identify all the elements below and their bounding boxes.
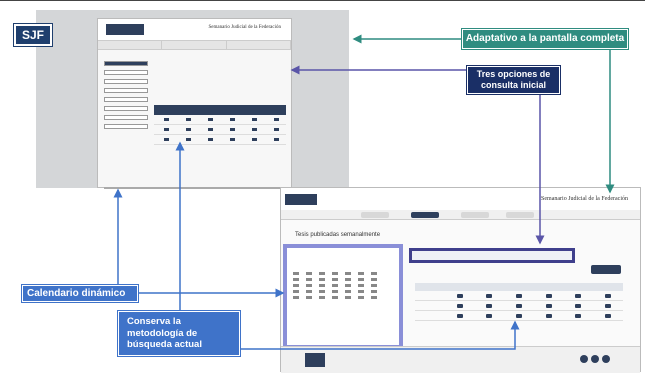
arrow-method-new: [240, 320, 520, 350]
callout-three-options: Tres opciones de consulta inicial: [466, 65, 561, 95]
callout-arrows: [113, 34, 615, 350]
callout-fullscreen: Adaptativo a la pantalla completa: [461, 28, 629, 50]
callout-calendar: Calendario dinámico: [21, 284, 139, 303]
callout-methodology: Conserva la metodología de búsqueda actu…: [117, 310, 241, 357]
